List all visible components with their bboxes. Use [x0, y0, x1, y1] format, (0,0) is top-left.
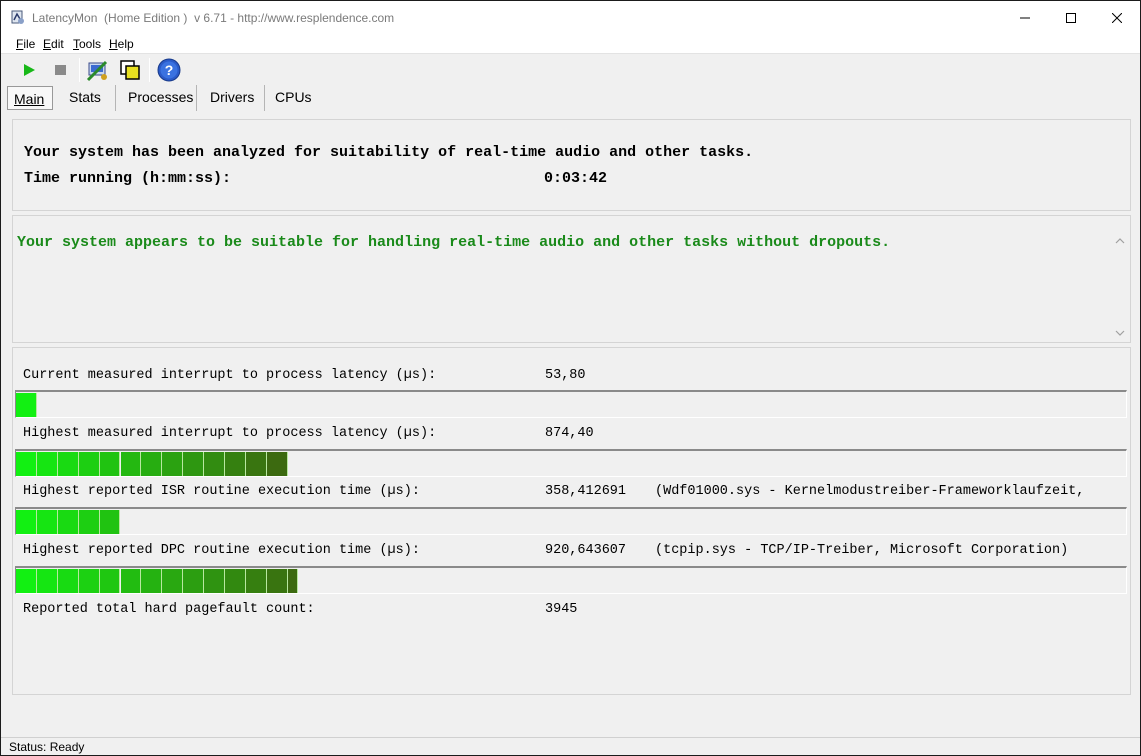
tab-stats[interactable]: Stats: [63, 85, 116, 111]
bar-segment: [183, 569, 205, 593]
current-latency-value: 53,80: [545, 368, 586, 383]
menu-help[interactable]: Help: [109, 37, 134, 51]
app-icon: [11, 10, 24, 24]
menu-tools[interactable]: Tools: [73, 37, 101, 51]
bar-segment: [36, 510, 58, 534]
time-running-label: Time running (h:mm:ss):: [24, 170, 232, 187]
tab-cpus[interactable]: CPUs: [269, 85, 322, 111]
maximize-icon: [1066, 12, 1076, 23]
bar-segment: [120, 569, 142, 593]
time-running-value: 0:03:42: [544, 170, 608, 187]
summary-panel: Your system has been analyzed for suitab…: [12, 119, 1131, 211]
highest-latency-bar: [15, 449, 1127, 477]
tab-processes[interactable]: Processes: [122, 85, 197, 111]
dpc-time-label: Highest reported DPC routine execution t…: [23, 543, 420, 558]
toolbar-separator: [79, 58, 80, 82]
bar-segment: [162, 452, 184, 476]
bar-segment: [36, 452, 58, 476]
bar-segment: [266, 569, 288, 593]
menu-bar: File Edit Tools Help: [1, 34, 1140, 54]
dpc-driver-detail: (tcpip.sys - TCP/IP-Treiber, Microsoft C…: [655, 543, 1069, 558]
bar-segment: [225, 452, 246, 476]
close-icon: [1112, 12, 1122, 23]
windows-icon: [120, 60, 140, 80]
bar-segment: [16, 452, 37, 476]
bar-segment: [78, 510, 100, 534]
verdict-scrollbar[interactable]: [1112, 232, 1129, 342]
bar-segment: [287, 569, 299, 593]
window-title: LatencyMon (Home Edition ) v 6.71 - http…: [32, 11, 395, 25]
bar-segment: [183, 452, 205, 476]
bar-segment: [245, 452, 267, 476]
minimize-button[interactable]: [1002, 1, 1048, 34]
isr-driver-detail: (Wdf01000.sys - Kernelmodustreiber-Frame…: [655, 484, 1085, 499]
isr-time-label: Highest reported ISR routine execution t…: [23, 484, 420, 499]
bar-segment: [36, 569, 58, 593]
bar-segment: [78, 569, 100, 593]
pagefault-label: Reported total hard pagefault count:: [23, 602, 315, 617]
current-latency-bar: [15, 390, 1127, 418]
menu-edit[interactable]: Edit: [43, 37, 64, 51]
bar-segment: [99, 510, 121, 534]
bar-segment: [16, 569, 37, 593]
current-latency-label: Current measured interrupt to process la…: [23, 368, 437, 383]
bar-segment: [204, 569, 225, 593]
dpc-time-value: 920,643607: [545, 543, 627, 558]
svg-text:?: ?: [165, 62, 174, 78]
analysis-text: Your system has been analyzed for suitab…: [24, 144, 754, 161]
bar-segment: [57, 510, 79, 534]
toolbar: ?: [1, 55, 1140, 85]
dpc-time-bar: [15, 566, 1127, 594]
title-bar: LatencyMon (Home Edition ) v 6.71 - http…: [1, 1, 1140, 34]
pagefault-value: 3945: [545, 602, 578, 617]
bar-segment: [57, 569, 79, 593]
stop-icon: [55, 65, 66, 75]
bar-segment: [141, 452, 163, 476]
close-button[interactable]: [1094, 1, 1140, 34]
start-button[interactable]: [16, 57, 42, 83]
options-button[interactable]: [85, 57, 111, 83]
highest-latency-label: Highest measured interrupt to process la…: [23, 426, 437, 441]
bar-segment: [120, 452, 142, 476]
status-text: Status: Ready: [9, 740, 85, 754]
bar-segment: [266, 452, 288, 476]
menu-file[interactable]: File: [16, 37, 35, 51]
bar-segment: [16, 393, 37, 417]
bar-segment: [225, 569, 246, 593]
isr-time-bar: [15, 507, 1127, 535]
options-icon: [86, 60, 108, 82]
bar-segment: [78, 452, 100, 476]
windows-button[interactable]: [117, 57, 143, 83]
status-bar: Status: Ready: [1, 737, 1140, 755]
stop-button[interactable]: [48, 57, 74, 83]
tab-main[interactable]: Main: [7, 86, 53, 110]
play-icon: [24, 64, 35, 76]
bar-segment: [99, 569, 121, 593]
bar-segment: [99, 452, 121, 476]
help-button[interactable]: ?: [156, 57, 182, 83]
minimize-icon: [1020, 17, 1030, 18]
bar-segment: [141, 569, 163, 593]
bar-segment: [57, 452, 79, 476]
scrollbar-arrows-icon: [1115, 238, 1125, 336]
maximize-button[interactable]: [1048, 1, 1094, 34]
bar-segment: [162, 569, 184, 593]
toolbar-separator: [149, 58, 150, 82]
tab-strip: Main Stats Processes Drivers CPUs: [1, 85, 1140, 111]
isr-time-value: 358,412691: [545, 484, 627, 499]
bar-segment: [204, 452, 225, 476]
bar-segment: [245, 569, 267, 593]
verdict-panel: Your system appears to be suitable for h…: [12, 215, 1131, 343]
highest-latency-value: 874,40: [545, 426, 594, 441]
tab-drivers[interactable]: Drivers: [204, 85, 265, 111]
bar-segment: [16, 510, 37, 534]
latencymon-window: LatencyMon (Home Edition ) v 6.71 - http…: [0, 0, 1141, 756]
help-icon: ?: [157, 58, 181, 82]
verdict-text: Your system appears to be suitable for h…: [17, 234, 891, 251]
